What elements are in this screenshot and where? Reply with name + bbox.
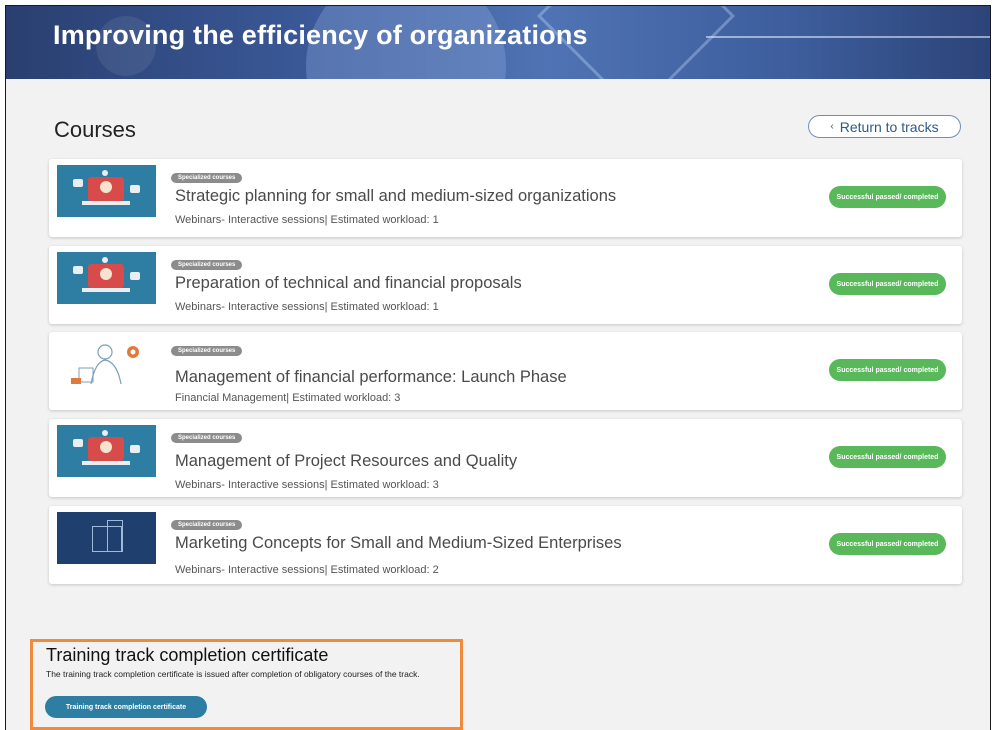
course-meta: Webinars- Interactive sessions| Estimate… xyxy=(175,564,439,576)
course-card[interactable]: Specialized courses Marketing Concepts f… xyxy=(49,506,962,584)
course-tag: Specialized courses xyxy=(171,260,243,270)
certificate-title: Training track completion certificate xyxy=(46,645,329,665)
courses-heading: Courses xyxy=(54,117,136,142)
course-card[interactable]: Specialized courses Management of financ… xyxy=(49,332,962,410)
status-badge: Successful passed/ completed xyxy=(829,359,946,381)
return-to-tracks-label: Return to tracks xyxy=(839,118,939,135)
course-title[interactable]: Marketing Concepts for Small and Medium-… xyxy=(175,534,622,553)
course-meta: Webinars- Interactive sessions| Estimate… xyxy=(175,301,439,313)
course-tag: Specialized courses xyxy=(171,433,243,443)
status-badge: Successful passed/ completed xyxy=(829,186,946,208)
course-thumbnail-buildings xyxy=(57,512,156,564)
course-card[interactable]: Specialized courses Strategic planning f… xyxy=(49,159,962,237)
course-thumbnail-webinar xyxy=(57,425,156,477)
page-frame: Improving the efficiency of organization… xyxy=(5,5,991,730)
certificate-panel: Training track completion certificate Th… xyxy=(30,639,463,730)
chevron-left-icon: ‹ xyxy=(830,121,834,132)
course-title[interactable]: Management of financial performance: Lau… xyxy=(175,368,567,387)
course-meta: Webinars- Interactive sessions| Estimate… xyxy=(175,214,439,226)
status-badge: Successful passed/ completed xyxy=(829,446,946,468)
course-title[interactable]: Strategic planning for small and medium-… xyxy=(175,187,616,206)
course-thumbnail-webinar xyxy=(57,165,156,217)
course-tag: Specialized courses xyxy=(171,346,243,356)
banner-decoration xyxy=(706,36,990,38)
course-card[interactable]: Specialized courses Management of Projec… xyxy=(49,419,962,497)
course-meta: Financial Management| Estimated workload… xyxy=(175,392,401,404)
course-title[interactable]: Preparation of technical and financial p… xyxy=(175,274,522,293)
page-title: Improving the efficiency of organization… xyxy=(53,20,588,50)
certificate-description: The training track completion certificat… xyxy=(46,669,420,679)
course-tag: Specialized courses xyxy=(171,520,243,530)
course-thumbnail-webinar xyxy=(57,252,156,304)
status-badge: Successful passed/ completed xyxy=(829,273,946,295)
course-card[interactable]: Specialized courses Preparation of techn… xyxy=(49,246,962,324)
return-to-tracks-button[interactable]: ‹ Return to tracks xyxy=(808,115,961,138)
certificate-button[interactable]: Training track completion certificate xyxy=(45,696,207,718)
status-badge: Successful passed/ completed xyxy=(829,533,946,555)
course-title[interactable]: Management of Project Resources and Qual… xyxy=(175,452,517,471)
course-thumbnail-sketch xyxy=(57,338,156,390)
course-tag: Specialized courses xyxy=(171,173,243,183)
course-meta: Webinars- Interactive sessions| Estimate… xyxy=(175,479,439,491)
header-banner: Improving the efficiency of organization… xyxy=(6,6,990,79)
